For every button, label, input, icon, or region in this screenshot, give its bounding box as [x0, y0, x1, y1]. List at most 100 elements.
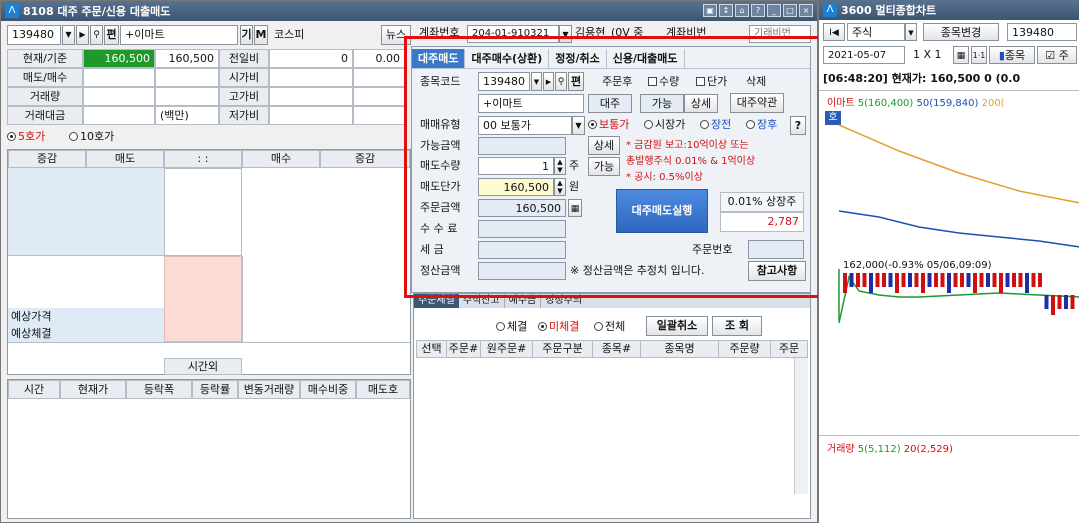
candle	[862, 273, 867, 287]
candle	[1057, 295, 1062, 309]
candles-svg	[843, 273, 1075, 315]
change-stock-button[interactable]: 종목변경	[923, 23, 999, 41]
candle	[1044, 295, 1049, 309]
chart-add-button[interactable]: ☑ 주	[1037, 46, 1077, 64]
candle	[1018, 273, 1023, 287]
tick-header: 현재가	[60, 380, 126, 399]
candle	[1070, 295, 1075, 309]
close-icon[interactable]: ×	[799, 4, 813, 17]
candle	[856, 273, 860, 287]
chart-type-select[interactable]: 주식	[847, 23, 905, 41]
ma200-line	[838, 124, 1079, 204]
candle	[908, 273, 912, 287]
tick-table: 시간 현재가 등락폭 등락률 변동거래량 매수비중 매도호	[7, 379, 411, 519]
ask-area	[8, 168, 164, 256]
hoga-header: 증감	[320, 150, 410, 168]
candle	[914, 273, 919, 287]
filled-radio[interactable]: 체결	[496, 318, 527, 336]
tick-header: 매수비중	[300, 380, 356, 399]
candle	[921, 273, 925, 293]
chart-time-bar: [06:48:20] 현재가: 160,500 0 (0.0	[823, 72, 1021, 85]
order-history-panel: 주문체결 주식잔고 예수금 정정주의 체결 미체결 전체 일괄취소 조 회 선택…	[413, 293, 811, 519]
candle	[849, 273, 854, 287]
chart-type-dropdown-icon[interactable]: ▼	[905, 23, 917, 41]
pin-icon[interactable]: ▣	[703, 4, 717, 17]
quote-value	[155, 68, 219, 87]
code-dropdown-icon[interactable]: ▼	[62, 25, 75, 45]
m-button[interactable]: M	[254, 25, 268, 45]
quote-label2: 고가비	[219, 87, 269, 106]
volume-legend: 거래량 5(5,112) 20(2,529)	[827, 444, 953, 455]
bulk-cancel-button[interactable]: 일괄취소	[646, 316, 708, 336]
quote-value	[83, 106, 155, 125]
candle	[1025, 273, 1029, 293]
stock-code-input[interactable]: 139480	[7, 25, 61, 45]
hoga-header: 매수	[242, 150, 320, 168]
candle	[940, 273, 945, 287]
orders-scrollbar[interactable]	[794, 358, 808, 494]
candle	[843, 273, 847, 293]
ga-button[interactable]: 기	[240, 25, 253, 45]
stock-name-field: +이마트	[120, 25, 238, 45]
highlight-frame	[404, 36, 823, 298]
candle	[882, 273, 886, 287]
unfilled-radio[interactable]: 미체결	[538, 318, 579, 336]
chart-date-input[interactable]: 2021-05-07	[823, 46, 905, 64]
quote-label: 현재/기준	[7, 49, 83, 68]
hoga-10-radio[interactable]: 10호가	[69, 128, 114, 146]
quote-unit: (백만)	[155, 106, 219, 125]
candle	[895, 273, 899, 293]
chart-titlebar[interactable]: Λ 3600 멀티종합차트	[819, 0, 1079, 20]
chart-code-input[interactable]: 139480	[1007, 23, 1077, 41]
quote-value	[269, 87, 353, 106]
price-chart-area[interactable]: 이마트 5(160,400) 50(159,840) 200( 호 162,00…	[819, 90, 1079, 523]
chart-item-button[interactable]: ▮종목	[989, 46, 1035, 64]
order-window-title: 8108 대주 주문/신용 대출매도	[23, 5, 171, 18]
quote-value	[83, 87, 155, 106]
grid-icon[interactable]: ▦	[953, 46, 969, 64]
candle	[888, 273, 893, 287]
after-hours-label: 시간외	[164, 358, 242, 375]
expected-price-label: 예상가격	[11, 310, 52, 323]
orders-table-header: 선택 주문# 원주문# 주문구분 종목# 종목명 주문량 주문	[416, 340, 808, 358]
one-to-one-icon[interactable]: 1·1	[971, 46, 987, 64]
candle	[1038, 273, 1042, 287]
candle	[1005, 273, 1010, 287]
hoga-header: : :	[164, 150, 242, 168]
tick-header: 시간	[8, 380, 60, 399]
link-icon[interactable]: ↕	[719, 4, 733, 17]
query-button[interactable]: 조 회	[712, 316, 762, 336]
candle	[1051, 295, 1055, 315]
search-icon[interactable]: ⚲	[90, 25, 103, 45]
quote-label2: 전일비	[219, 49, 269, 68]
candle	[901, 273, 906, 287]
prev-diff-pct: 0.00	[353, 49, 405, 68]
quote-value	[155, 87, 219, 106]
chart-title: 3600 멀티종합차트	[841, 4, 937, 17]
candle	[934, 273, 938, 287]
chart-mode-icon[interactable]: I◀	[823, 23, 845, 41]
candle	[947, 273, 951, 293]
all-radio[interactable]: 전체	[594, 318, 625, 336]
next-code-icon[interactable]: ▶	[76, 25, 89, 45]
hoga-header: 매도	[86, 150, 164, 168]
candle	[966, 273, 971, 287]
candle	[960, 273, 964, 287]
prev-diff: 0	[269, 49, 353, 68]
market-label: 코스피	[274, 28, 305, 41]
app-logo-icon: Λ	[5, 4, 19, 18]
current-price: 160,500	[83, 49, 155, 68]
pyeon-button[interactable]: 편	[104, 25, 119, 45]
hoga-5-radio[interactable]: 5호가	[7, 128, 45, 146]
minimize-icon[interactable]: _	[767, 4, 781, 17]
maximize-icon[interactable]: □	[783, 4, 797, 17]
candle	[973, 273, 977, 293]
tick-header: 등락률	[192, 380, 238, 399]
quote-label2: 저가비	[219, 106, 269, 125]
quote-label: 거래량	[7, 87, 83, 106]
quote-value	[269, 68, 353, 87]
help-icon[interactable]: ?	[751, 4, 765, 17]
print-icon[interactable]: ⌂	[735, 4, 749, 17]
order-window-titlebar[interactable]: Λ 8108 대주 주문/신용 대출매도 ▣ ↕ ⌂ ? _ □ ×	[1, 1, 817, 21]
candle	[927, 273, 932, 287]
